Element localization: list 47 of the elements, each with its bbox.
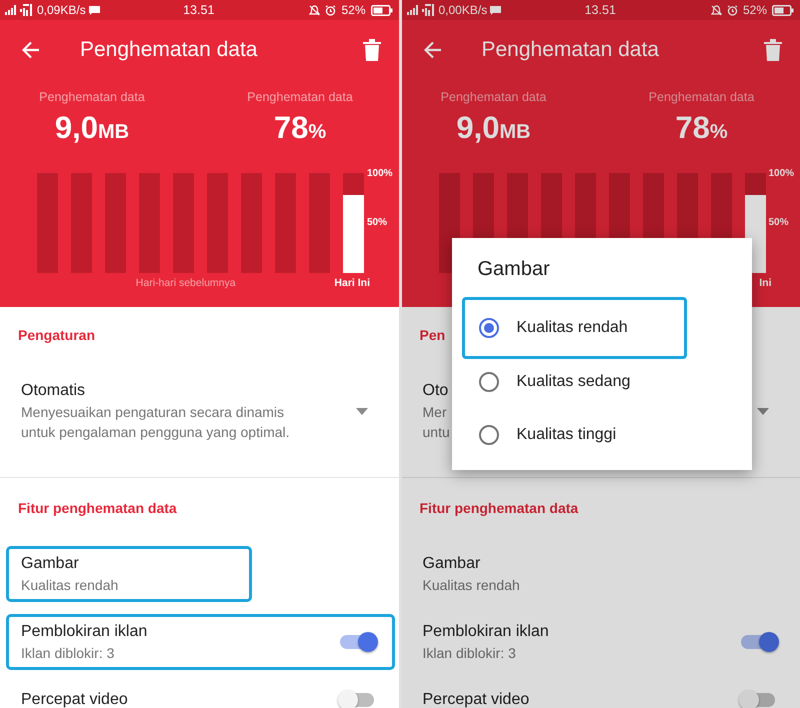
item-description: untuk pengalaman pengguna yang optimal. <box>21 423 290 442</box>
network-speed: 0,09KB/s <box>37 3 86 17</box>
clock: 13.51 <box>584 3 616 17</box>
stat-label: Penghematan data <box>648 90 754 104</box>
item-description: untu <box>422 423 450 442</box>
axis-tick-label: 100% <box>768 168 794 179</box>
stat-label: Penghematan data <box>247 90 353 104</box>
item-subtitle: Iklan diblokir: 3 <box>422 644 516 663</box>
item-description: Mer <box>422 403 447 422</box>
stat-label: Penghematan data <box>39 90 145 104</box>
item-title: Pemblokiran iklan <box>21 622 148 642</box>
option-label: Kualitas sedang <box>516 372 630 390</box>
network-speed: 0,00KB/s <box>438 3 488 17</box>
stat-value: 9,0MB <box>456 110 531 146</box>
section-heading: Pengaturan <box>18 327 96 343</box>
battery-level: 52% <box>742 3 767 17</box>
stat-value: 9,0MB <box>54 110 130 146</box>
screen-title: Penghematan data <box>482 38 660 62</box>
axis-label: Ini <box>759 277 772 289</box>
item-title: Oto <box>422 381 448 401</box>
axis-tick-label: 50% <box>367 217 388 228</box>
axis-label: Hari-hari sebelumnya <box>136 277 236 289</box>
section-heading: Fitur penghematan data <box>420 500 578 516</box>
option-label: Kualitas tinggi <box>516 426 616 444</box>
stat-label: Penghematan data <box>440 90 546 104</box>
item-title: Gambar <box>422 554 480 574</box>
axis-tick-label: 50% <box>768 217 790 228</box>
item-title: Percepat video <box>21 690 128 708</box>
item-title: Percepat video <box>422 690 530 708</box>
screen-title: Penghematan data <box>80 38 258 62</box>
battery-level: 52% <box>341 3 366 17</box>
option-label: Kualitas rendah <box>516 319 628 337</box>
item-title: Otomatis <box>21 381 86 401</box>
section-heading: Pen <box>420 327 446 343</box>
clock: 13.51 <box>183 3 214 17</box>
axis-label: Hari Ini <box>334 277 370 289</box>
stat-value: 78% <box>274 110 326 146</box>
section-heading: Fitur penghematan data <box>18 500 177 516</box>
item-description: Menyesuaikan pengaturan secara dinamis <box>21 403 284 422</box>
item-subtitle: Kualitas rendah <box>422 576 520 595</box>
stat-value: 78% <box>675 110 728 146</box>
item-subtitle: Iklan diblokir: 3 <box>21 644 114 663</box>
axis-tick-label: 100% <box>367 168 393 179</box>
dialog-title: Gambar <box>478 258 550 281</box>
item-title: Pemblokiran iklan <box>422 622 549 642</box>
item-subtitle: Kualitas rendah <box>21 576 118 595</box>
item-title: Gambar <box>21 554 79 574</box>
